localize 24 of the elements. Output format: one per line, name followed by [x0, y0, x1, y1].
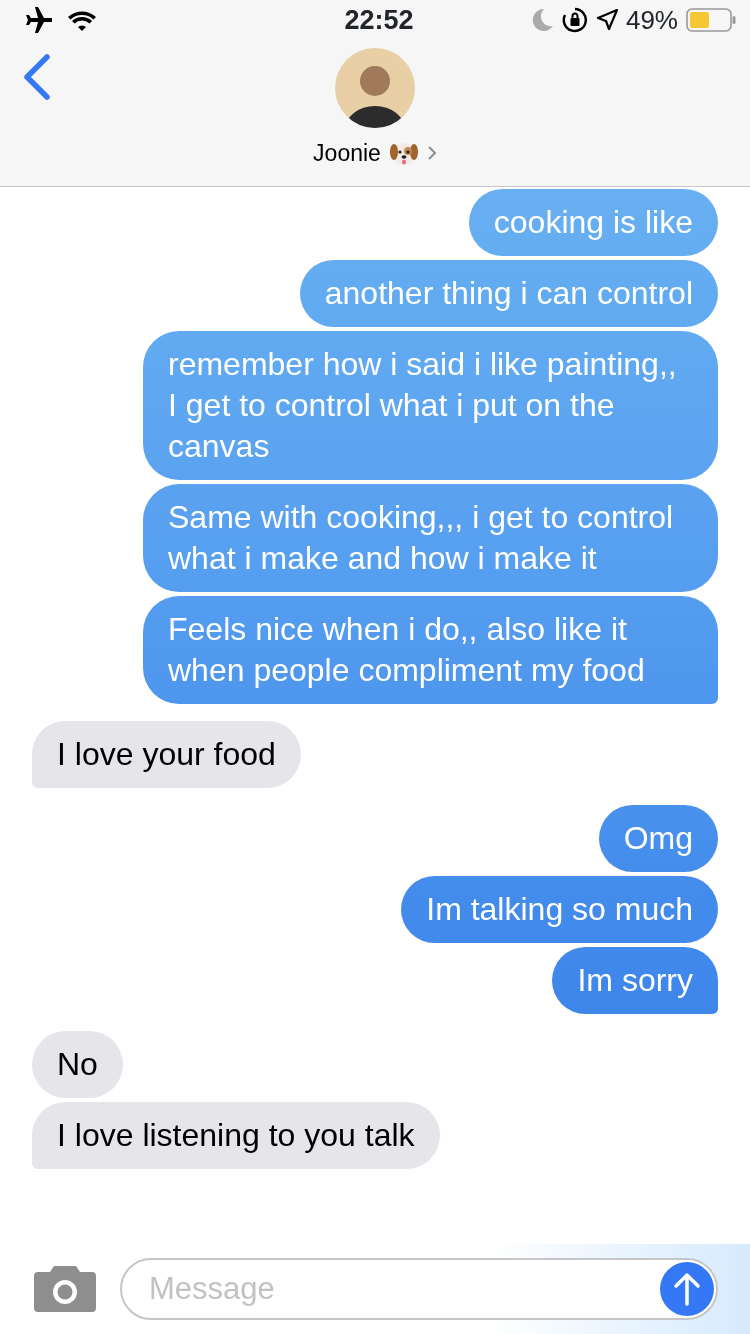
- contact-name[interactable]: Joonie: [313, 136, 381, 171]
- arrow-up-icon: [672, 1272, 702, 1306]
- camera-icon[interactable]: [34, 1266, 96, 1312]
- location-arrow-icon: [595, 9, 618, 31]
- sent-message-bubble: Feels nice when i do,, also like it when people compliment my food: [143, 596, 718, 704]
- received-message-bubble: I love listening to you talk: [32, 1102, 440, 1169]
- sent-message-bubble: cooking is like: [468, 189, 718, 256]
- message-field[interactable]: Message: [120, 1258, 718, 1320]
- chevron-icon: [426, 145, 437, 162]
- sent-message-bubble: Im talking so much: [401, 876, 718, 943]
- status-time: 22:52: [343, 3, 415, 37]
- rotation-lock-icon: [561, 7, 588, 33]
- battery-percentage: 49%: [625, 3, 678, 37]
- received-message-bubble: No: [32, 1031, 123, 1098]
- sent-message-bubble: another thing i can control: [299, 260, 718, 327]
- sent-message-bubble: remember how i said i like painting,, I get to control what i put on the canvas: [143, 331, 718, 480]
- sent-message-bubble: Im sorry: [552, 947, 718, 1014]
- moon-icon: [531, 8, 554, 32]
- sent-message-bubble: Omg: [598, 805, 718, 872]
- back-button[interactable]: [22, 54, 52, 100]
- wifi-icon: [68, 9, 96, 31]
- received-message-bubble: I love your food: [32, 721, 301, 788]
- battery-icon: [686, 8, 736, 32]
- sent-message-bubble: Same with cooking,,, i get to control what i make and how i make it: [143, 484, 718, 592]
